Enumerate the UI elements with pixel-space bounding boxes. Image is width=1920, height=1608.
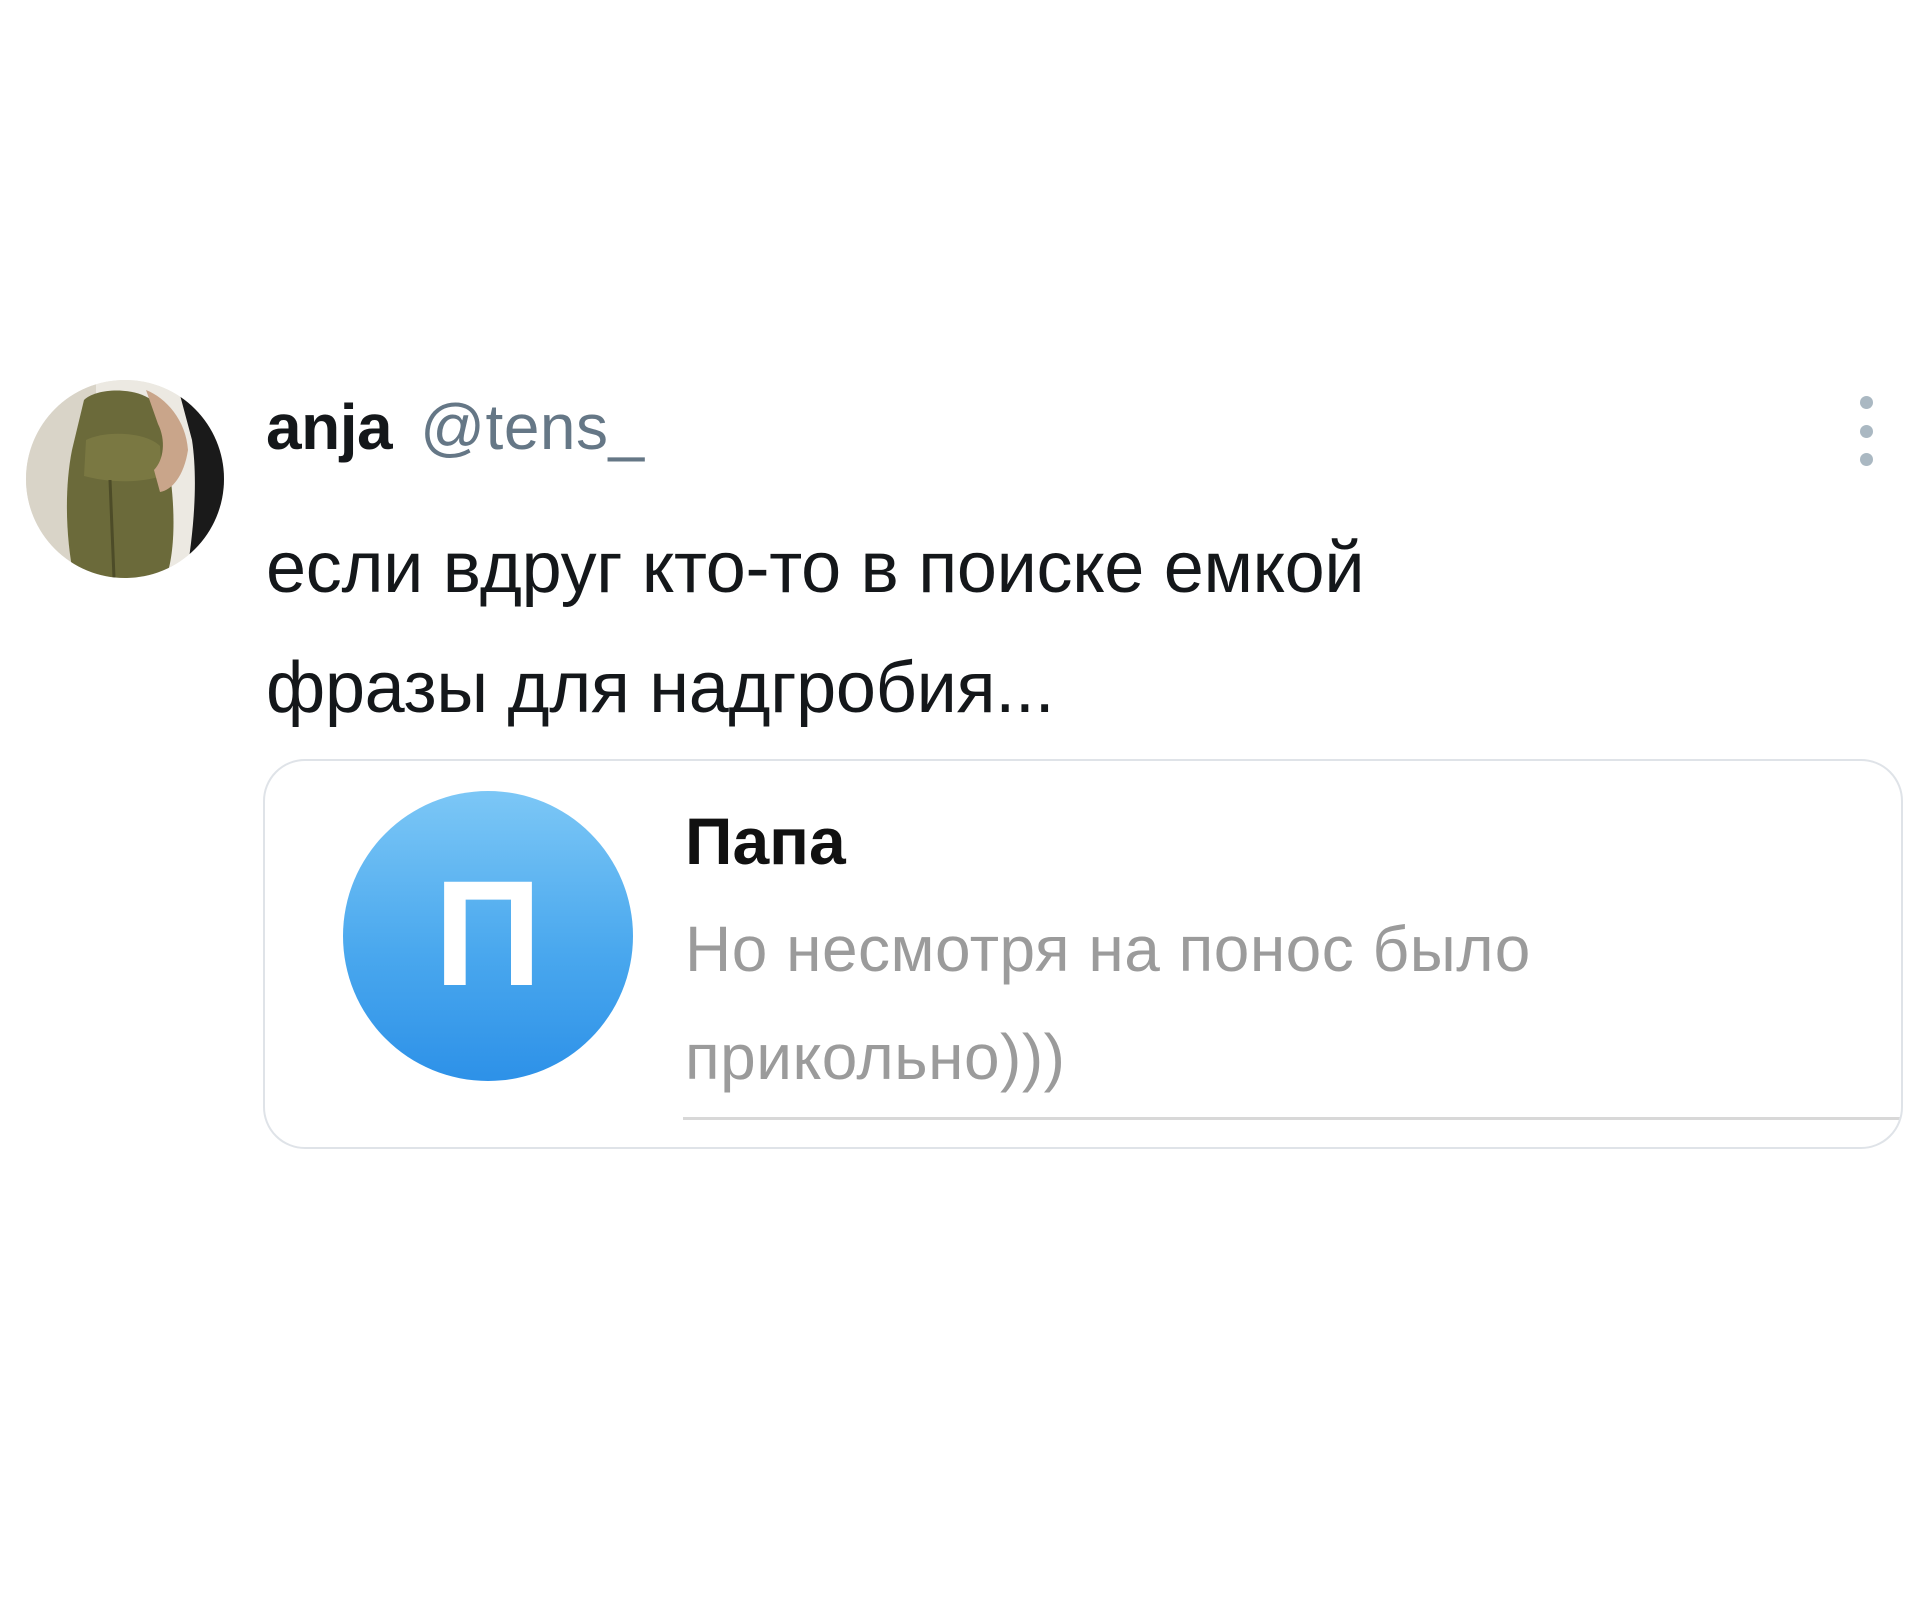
vertical-ellipsis-icon: [1859, 424, 1873, 438]
contact-initial: П: [434, 849, 542, 1017]
display-name[interactable]: anja: [266, 390, 393, 464]
more-options-button[interactable]: [1846, 396, 1886, 466]
user-handle[interactable]: @tens_: [420, 390, 645, 464]
tweet-header: anja @tens_: [266, 390, 645, 480]
tweet-text: если вдруг кто-то в поиске емкой фразы д…: [266, 508, 1826, 748]
embedded-image-card[interactable]: П Папа Но несмотря на понос было приколь…: [263, 759, 1903, 1149]
message-line: прикольно))): [685, 1021, 1066, 1093]
divider: [683, 1117, 1901, 1120]
message-line: Но несмотря на понос было: [685, 913, 1531, 985]
vertical-ellipsis-icon: [1859, 453, 1873, 466]
contact-name: Папа: [685, 804, 846, 878]
tweet: anja @tens_ если вдруг кто-то в поиске е…: [0, 0, 1920, 1608]
vertical-ellipsis-icon: [1859, 396, 1873, 409]
contact-avatar: П: [343, 791, 633, 1081]
user-avatar[interactable]: [26, 380, 224, 578]
avatar-photo: [26, 380, 224, 578]
tweet-text-line: фразы для надгробия...: [266, 648, 1055, 728]
message-preview: Но несмотря на понос было прикольно))): [685, 895, 1865, 1111]
tweet-text-line: если вдруг кто-то в поиске емкой: [266, 528, 1365, 608]
